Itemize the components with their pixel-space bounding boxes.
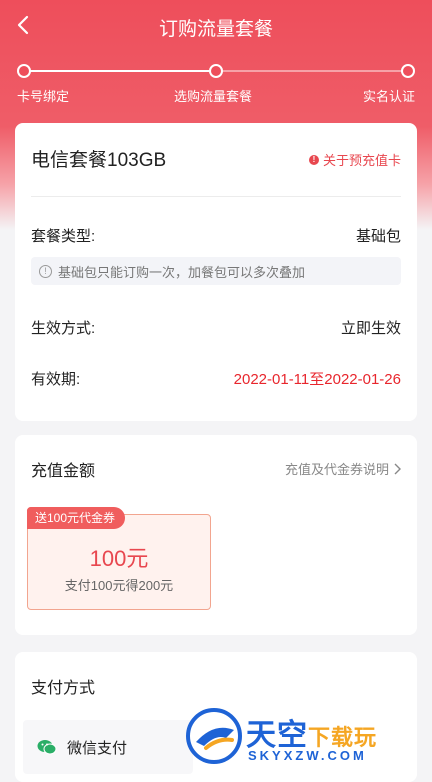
- chevron-right-icon: [394, 463, 401, 474]
- step-dot-2: [209, 64, 223, 78]
- recharge-title: 充值金额: [31, 463, 96, 480]
- recharge-help-link[interactable]: 充值及代金券说明: [285, 459, 401, 478]
- step-track-done: [22, 70, 215, 72]
- step-label-choose-package: 选购流量套餐: [174, 89, 253, 104]
- page-title: 订购流量套餐: [158, 19, 273, 40]
- step-label-realname: 实名认证: [362, 89, 415, 104]
- about-prepaid-link[interactable]: ! 关于预充值卡: [308, 150, 401, 169]
- info-icon: !: [308, 154, 319, 165]
- effect-mode-label: 生效方式:: [31, 320, 96, 337]
- recharge-help-label: 充值及代金券说明: [284, 462, 389, 477]
- wechat-icon: [37, 740, 57, 755]
- effect-mode-value: 立即生效: [340, 320, 401, 337]
- watermark: 天空下载玩 SKYXZW.COM: [186, 704, 432, 768]
- notice-text: 基础包只能订购一次，加餐包可以多次叠加: [58, 264, 306, 280]
- amount-subtitle: 支付100元得200元: [64, 578, 174, 593]
- divider: [31, 196, 401, 197]
- package-card: 电信套餐103GB ! 关于预充值卡 套餐类型: 基础包 ! 基础包只能订购一次…: [15, 123, 417, 421]
- watermark-url: SKYXZW.COM: [248, 748, 367, 763]
- about-prepaid-label: 关于预充值卡: [322, 153, 401, 168]
- validity-label: 有效期:: [31, 371, 81, 388]
- amount-option[interactable]: 送100元代金券 100元 支付100元得200元: [27, 507, 211, 610]
- progress-steps: 卡号绑定 选购流量套餐 实名认证: [0, 60, 432, 110]
- payment-option-wechat[interactable]: 微信支付: [23, 720, 193, 774]
- payment-method-label: 微信支付: [67, 739, 128, 757]
- package-type-label: 套餐类型:: [31, 228, 96, 245]
- package-name: 电信套餐103GB: [31, 150, 167, 171]
- coupon-badge: 送100元代金券: [27, 507, 126, 529]
- package-notice: ! 基础包只能订购一次，加餐包可以多次叠加: [31, 257, 401, 285]
- watermark-logo-icon: [186, 708, 242, 764]
- watermark-accent: 下载玩: [308, 725, 378, 750]
- step-dot-3: [401, 64, 415, 78]
- info-outline-icon: !: [39, 264, 52, 278]
- step-label-bind-card: 卡号绑定: [17, 89, 70, 104]
- recharge-card: 充值金额 充值及代金券说明 送100元代金券 100元 支付100元得200元: [15, 435, 417, 635]
- amount-value: 100元: [89, 546, 149, 571]
- top-bar: 订购流量套餐: [0, 0, 432, 52]
- validity-value: 2022-01-11至2022-01-26: [233, 371, 401, 388]
- step-dot-1: [17, 64, 31, 78]
- payment-title: 支付方式: [31, 680, 96, 697]
- package-type-value: 基础包: [355, 228, 401, 245]
